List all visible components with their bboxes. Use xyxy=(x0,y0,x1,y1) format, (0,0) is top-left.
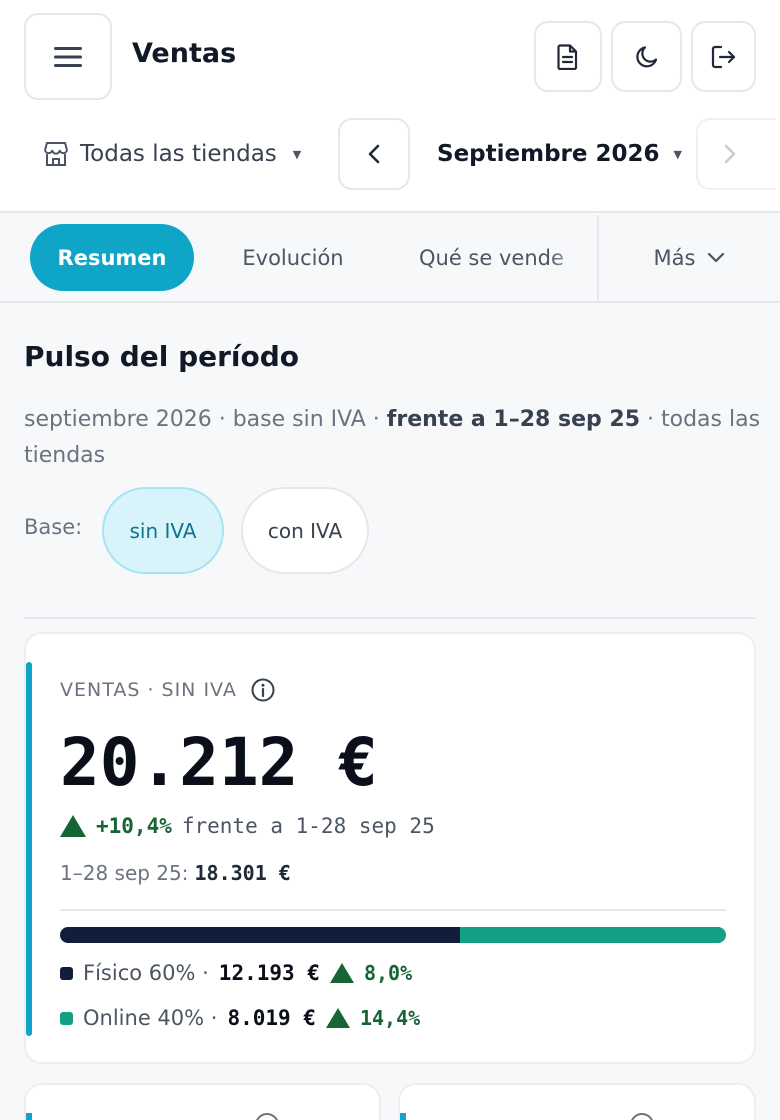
card-accent xyxy=(400,1113,406,1120)
previous-period-label: 1–28 sep 25: xyxy=(60,861,189,885)
app-title: Ventas xyxy=(132,38,237,69)
section-title: Pulso del período xyxy=(24,340,300,373)
report-button[interactable] xyxy=(534,21,602,92)
channel-label: Físico 60% · xyxy=(83,961,209,985)
tab-resumen[interactable]: Resumen xyxy=(30,224,194,291)
logout-button[interactable] xyxy=(691,21,756,92)
channel-value: 8.019 € xyxy=(227,1006,316,1030)
base-label: Base: xyxy=(24,515,83,539)
next-period-button[interactable] xyxy=(696,118,776,190)
logout-icon xyxy=(711,45,735,68)
channel-row-fisico: Físico 60% · 12.193 € 8,0% xyxy=(60,961,412,985)
chevron-down-icon xyxy=(708,252,725,263)
caret-down-icon: ▼ xyxy=(292,147,302,161)
store-selector-label: Todas las tiendas xyxy=(80,141,277,167)
hamburger-icon xyxy=(54,46,82,67)
kpi-card xyxy=(24,1083,381,1120)
subtitle-part-1: septiembre 2026 · base sin IVA · xyxy=(24,407,387,432)
base-option-con-iva[interactable]: con IVA xyxy=(241,487,369,574)
moon-icon xyxy=(635,45,657,67)
card-accent xyxy=(26,1113,32,1120)
channel-row-online: Online 40% · 8.019 € 14,4% xyxy=(60,1006,420,1030)
chevron-left-icon xyxy=(368,144,380,164)
tab-evolucion[interactable]: Evolución xyxy=(218,224,368,291)
tab-que-se-vende[interactable]: Qué se vende xyxy=(400,224,590,291)
kpi-card xyxy=(398,1083,756,1120)
channel-split-bar xyxy=(60,927,726,943)
period-selector-label: Septiembre 2026 xyxy=(437,141,660,167)
trend-up-icon xyxy=(60,815,86,837)
sales-card-label-text: VENTAS · SIN IVA xyxy=(60,679,237,701)
sales-card-label: VENTAS · SIN IVA xyxy=(60,678,275,702)
store-icon xyxy=(44,142,68,166)
channel-value: 12.193 € xyxy=(218,961,320,985)
trend-up-icon xyxy=(329,963,354,983)
card-accent xyxy=(26,662,32,1036)
channel-bar-fisico xyxy=(60,927,460,943)
base-option-sin-iva[interactable]: sin IVA xyxy=(102,487,224,574)
info-icon[interactable] xyxy=(255,1113,279,1120)
theme-toggle-button[interactable] xyxy=(611,21,682,92)
legend-swatch xyxy=(60,1011,73,1025)
previous-period-button[interactable] xyxy=(338,118,410,190)
subtitle-comparison: frente a 1–28 sep 25 xyxy=(386,407,641,432)
section-subtitle: septiembre 2026 · base sin IVA · frente … xyxy=(24,402,764,474)
channel-bar-online xyxy=(459,927,726,943)
sales-card: VENTAS · SIN IVA 20.212 € +10,4% frente … xyxy=(24,632,756,1064)
menu-button[interactable] xyxy=(24,13,112,100)
period-selector[interactable]: Septiembre 2026 ▼ xyxy=(437,136,682,172)
tab-more-label: Más xyxy=(653,246,696,270)
card-divider xyxy=(60,909,726,911)
previous-period-value: 18.301 € xyxy=(194,861,291,885)
sales-delta: +10,4% frente a 1-28 sep 25 xyxy=(60,814,435,838)
previous-period: 1–28 sep 25: 18.301 € xyxy=(60,861,291,885)
caret-down-icon: ▼ xyxy=(673,147,682,161)
info-icon[interactable] xyxy=(630,1113,654,1120)
sales-delta-text: frente a 1-28 sep 25 xyxy=(181,814,435,838)
app-header: Ventas Todas las tiendas ▼ Septiembre 20… xyxy=(0,0,780,213)
trend-up-icon xyxy=(325,1008,350,1028)
legend-swatch xyxy=(60,966,73,980)
view-tabs: Resumen Evolución Qué se vende Más xyxy=(0,215,780,303)
sales-delta-percent: +10,4% xyxy=(96,814,172,838)
channel-label: Online 40% · xyxy=(83,1006,218,1030)
tab-more[interactable]: Más xyxy=(597,215,780,301)
chevron-right-icon xyxy=(724,144,736,164)
info-icon[interactable] xyxy=(251,678,275,702)
document-icon xyxy=(557,43,578,70)
channel-delta: 14,4% xyxy=(359,1006,421,1030)
divider xyxy=(24,617,756,619)
store-selector[interactable]: Todas las tiendas ▼ xyxy=(42,136,301,172)
channel-delta: 8,0% xyxy=(363,961,413,985)
sales-total-value: 20.212 € xyxy=(60,724,378,801)
